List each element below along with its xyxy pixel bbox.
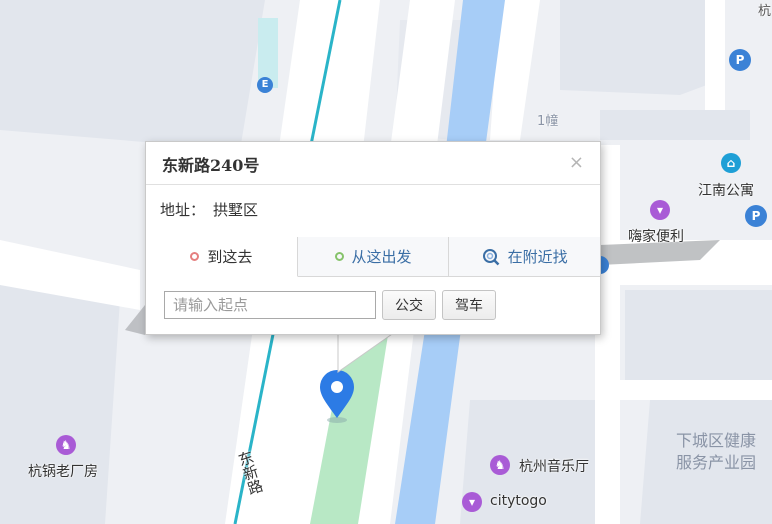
building-icon[interactable]: ⌂ [721, 153, 741, 173]
green-circle-icon [334, 252, 344, 261]
nearby-search-icon [482, 248, 500, 265]
rocking-horse-icon[interactable]: ♞ [490, 455, 510, 475]
popup-title: 东新路240号 [162, 156, 260, 175]
route-tabs: 到这去 从这出发 在附近找 [146, 237, 601, 277]
poi-label-jiangnan[interactable]: 江南公寓 [698, 180, 754, 200]
tab-go-here[interactable]: 到这去 [146, 237, 298, 277]
start-search-row: 公交 驾车 [164, 290, 496, 320]
tab-go-here-label: 到这去 [207, 248, 253, 266]
area-label-line1: 下城区健康 [676, 431, 757, 450]
address-value: 拱墅区 [213, 201, 259, 219]
poi-label-haijia[interactable]: 嗨家便利 [628, 226, 684, 246]
poi-label-citytogo[interactable]: citytogo [490, 493, 547, 509]
shopping-bag-icon[interactable]: ▾ [462, 492, 482, 512]
shopping-bag-icon[interactable]: ▾ [650, 200, 670, 220]
divider [146, 184, 600, 185]
poi-label-music-hall[interactable]: 杭州音乐厅 [519, 456, 589, 476]
tab-search-nearby-label: 在附近找 [507, 248, 568, 266]
poi-label-hangguo[interactable]: 杭锅老厂房 [28, 461, 98, 481]
parking-icon-label: P [751, 209, 761, 223]
transit-button[interactable]: 公交 [382, 290, 436, 320]
tab-start-here[interactable]: 从这出发 [297, 237, 450, 277]
building-number-label: 1幢 [537, 114, 559, 129]
tab-start-here-label: 从这出发 [351, 248, 412, 266]
close-icon[interactable]: × [569, 152, 584, 173]
area-label-line2: 服务产业园 [676, 453, 757, 472]
parking-icon-label: P [735, 53, 745, 67]
top-right-label: 杭 [758, 4, 772, 19]
rocking-horse-icon[interactable]: ♞ [56, 435, 76, 455]
red-circle-icon [190, 252, 200, 261]
address-row: 地址： 拱墅区 [160, 199, 258, 220]
start-point-input[interactable] [164, 291, 376, 319]
drive-button[interactable]: 驾车 [442, 290, 496, 320]
entrance-icon-label: E [261, 79, 269, 90]
address-label: 地址： [160, 201, 206, 219]
tab-search-nearby[interactable]: 在附近找 [449, 237, 601, 277]
marker-center [331, 381, 343, 393]
info-popup: 东新路240号 × 地址： 拱墅区 到这去 从这出发 在附近找 公交 驾车 [145, 141, 601, 335]
